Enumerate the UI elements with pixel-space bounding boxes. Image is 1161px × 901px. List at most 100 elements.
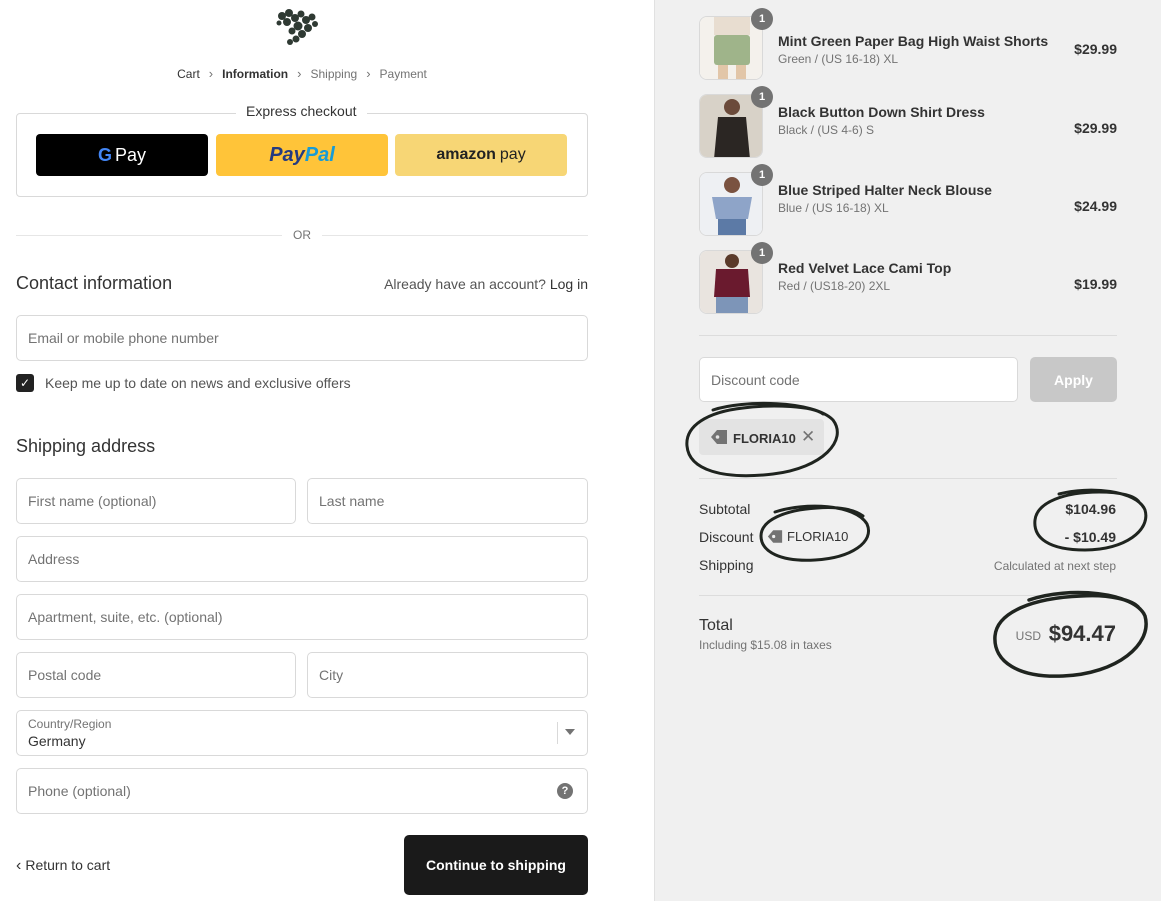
phone-field[interactable]	[17, 769, 587, 813]
apply-discount-button: Apply	[1030, 357, 1117, 402]
product-variant: Green / (US 16-18) XL	[778, 52, 899, 66]
product-variant: Red / (US18-20) 2XL	[778, 279, 891, 293]
checkout-main-column: Cart › Information › Shipping › Payment Expres…	[0, 0, 654, 901]
help-icon[interactable]: ?	[557, 783, 573, 799]
email-field-box	[16, 315, 588, 361]
or-divider-left	[16, 235, 282, 236]
breadcrumb-cart[interactable]: Cart	[177, 67, 200, 81]
remove-discount-icon[interactable]: ✕	[801, 427, 815, 447]
total-taxes-note: Including $15.08 in taxes	[699, 638, 832, 652]
quantity-badge: 1	[751, 164, 773, 186]
breadcrumb-information: Information	[222, 66, 289, 81]
address-field-box	[16, 536, 588, 582]
tag-icon	[767, 530, 783, 543]
annotation-circle	[1033, 488, 1148, 552]
tag-icon	[711, 430, 727, 444]
discount-code-inline-text: FLORIA10	[787, 529, 849, 544]
chevron-down-icon[interactable]	[565, 729, 575, 735]
postal-code-field-box	[16, 652, 296, 698]
country-select-value: Germany	[28, 733, 86, 749]
chevron-right-icon: ›	[208, 66, 214, 82]
return-to-cart-label: Return to cart	[25, 857, 111, 873]
breadcrumb-payment: Payment	[379, 66, 427, 81]
postal-code-field[interactable]	[17, 653, 295, 697]
express-checkout-title: Express checkout	[236, 103, 367, 119]
subtotal-label: Subtotal	[699, 501, 751, 517]
city-field-box	[307, 652, 588, 698]
country-select-label: Country/Region	[28, 717, 112, 731]
google-pay-button[interactable]: G Pay	[36, 134, 208, 176]
paypal-button[interactable]: Pay Pal	[216, 134, 388, 176]
breadcrumb: Cart › Information › Shipping › Payment	[0, 66, 604, 81]
summary-divider	[699, 595, 1117, 596]
product-name: Black Button Down Shirt Dress	[778, 104, 985, 120]
quantity-badge: 1	[751, 8, 773, 30]
total-currency: USD	[1015, 629, 1041, 643]
product-name: Mint Green Paper Bag High Waist Shorts	[778, 33, 1049, 49]
account-prompt: Already have an account? Log in	[384, 276, 588, 292]
chevron-right-icon: ›	[297, 66, 302, 82]
apartment-field[interactable]	[17, 595, 587, 639]
chevron-left-icon: ‹	[16, 857, 22, 874]
amazon-pay-button[interactable]: amazon pay	[395, 134, 567, 176]
total-label: Total	[699, 617, 733, 634]
order-line-item: 1 Red Velvet Lace Cami Top Red / (US18-2…	[699, 242, 1117, 316]
paypal-label-1: Pay	[269, 143, 305, 166]
address-field[interactable]	[17, 537, 587, 581]
last-name-field-box	[307, 478, 588, 524]
store-logo[interactable]	[270, 6, 326, 48]
shipping-label: Shipping	[699, 557, 754, 573]
apartment-field-box	[16, 594, 588, 640]
order-summary-panel: 1 Mint Green Paper Bag High Waist Shorts…	[654, 0, 1161, 901]
amazon-label: amazon	[436, 146, 496, 163]
google-logo-icon: G	[97, 144, 112, 165]
order-line-item: 1 Black Button Down Shirt Dress Black / …	[699, 86, 1117, 160]
product-variant: Blue / (US 16-18) XL	[778, 201, 889, 215]
applied-discount-code: FLORIA10	[733, 431, 796, 446]
order-line-item: 1 Blue Striped Halter Neck Blouse Blue /…	[699, 164, 1117, 238]
product-price: $29.99	[1074, 41, 1117, 57]
paypal-label-2: Pal	[304, 143, 335, 166]
summary-divider	[699, 478, 1117, 479]
order-line-item: 1 Mint Green Paper Bag High Waist Shorts…	[699, 8, 1117, 82]
continue-to-shipping-button[interactable]: Continue to shipping	[404, 835, 588, 895]
total-amount: $94.47	[1048, 621, 1116, 646]
product-price: $24.99	[1074, 198, 1117, 214]
last-name-field[interactable]	[308, 479, 587, 523]
shipping-value: Calculated at next step	[993, 559, 1116, 573]
quantity-badge: 1	[751, 242, 773, 264]
or-divider-text: OR	[293, 228, 311, 242]
login-link[interactable]: Log in	[550, 276, 588, 292]
google-pay-label: Pay	[114, 144, 147, 165]
discount-label: Discount	[699, 529, 754, 545]
product-name: Red Velvet Lace Cami Top	[778, 260, 952, 276]
product-variant: Black / (US 4-6) S	[778, 123, 875, 137]
phone-field-box	[16, 768, 588, 814]
account-prompt-text: Already have an account?	[384, 276, 546, 292]
discount-code-inline: FLORIA10	[767, 529, 848, 544]
first-name-field[interactable]	[17, 479, 295, 523]
first-name-field-box	[16, 478, 296, 524]
applied-discount-tag: FLORIA10 ✕	[699, 419, 824, 455]
chevron-right-icon: ›	[366, 66, 371, 82]
shipping-address-title: Shipping address	[16, 436, 156, 456]
discount-code-field[interactable]	[700, 358, 1017, 401]
city-field[interactable]	[308, 653, 587, 697]
select-separator	[557, 722, 558, 744]
email-field[interactable]	[17, 316, 587, 360]
return-to-cart-link[interactable]: ‹ Return to cart	[16, 857, 110, 875]
product-name: Blue Striped Halter Neck Blouse	[778, 182, 992, 198]
amazon-pay-label: pay	[499, 146, 526, 163]
discount-code-field-box	[699, 357, 1018, 402]
product-price: $29.99	[1074, 120, 1117, 136]
contact-information-title: Contact information	[16, 273, 173, 293]
product-price: $19.99	[1074, 276, 1117, 292]
newsletter-label: Keep me up to date on news and exclusive…	[45, 375, 351, 391]
discount-value: - $10.49	[1064, 529, 1116, 545]
or-divider-right	[322, 235, 588, 236]
newsletter-checkbox[interactable]: ✓	[16, 374, 34, 392]
breadcrumb-shipping: Shipping	[310, 66, 358, 81]
summary-divider	[699, 335, 1117, 336]
quantity-badge: 1	[751, 86, 773, 108]
subtotal-value: $104.96	[1065, 501, 1116, 517]
